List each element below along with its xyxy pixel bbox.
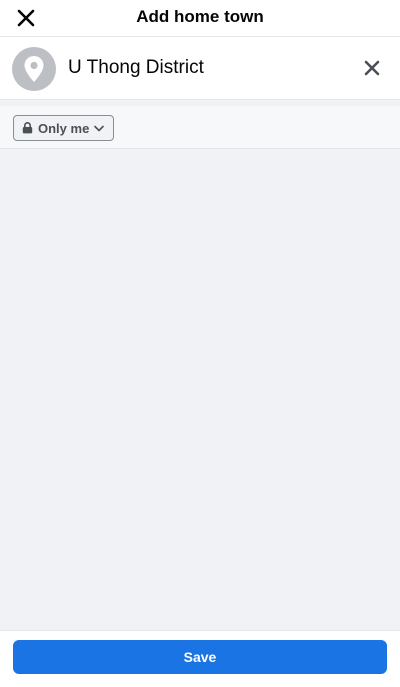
privacy-selector-button[interactable]: Only me [13, 115, 115, 141]
location-avatar [12, 47, 56, 91]
location-name: U Thong District [68, 57, 204, 78]
privacy-row: Only me [0, 100, 400, 149]
privacy-label: Only me [38, 120, 90, 136]
close-icon [364, 60, 380, 76]
clear-location-button[interactable] [358, 54, 386, 82]
content-area [0, 150, 400, 630]
save-button[interactable]: Save [13, 640, 387, 674]
header-bar: Add home town [0, 0, 400, 37]
selected-location-row[interactable]: U Thong District [0, 37, 400, 100]
footer-bar: Save [0, 630, 400, 687]
page-title: Add home town [136, 7, 264, 26]
map-pin-icon [24, 56, 44, 82]
add-home-town-screen: Add home town U Thong District Only me S… [0, 0, 400, 687]
chevron-down-icon [94, 125, 105, 131]
lock-icon [22, 122, 33, 134]
